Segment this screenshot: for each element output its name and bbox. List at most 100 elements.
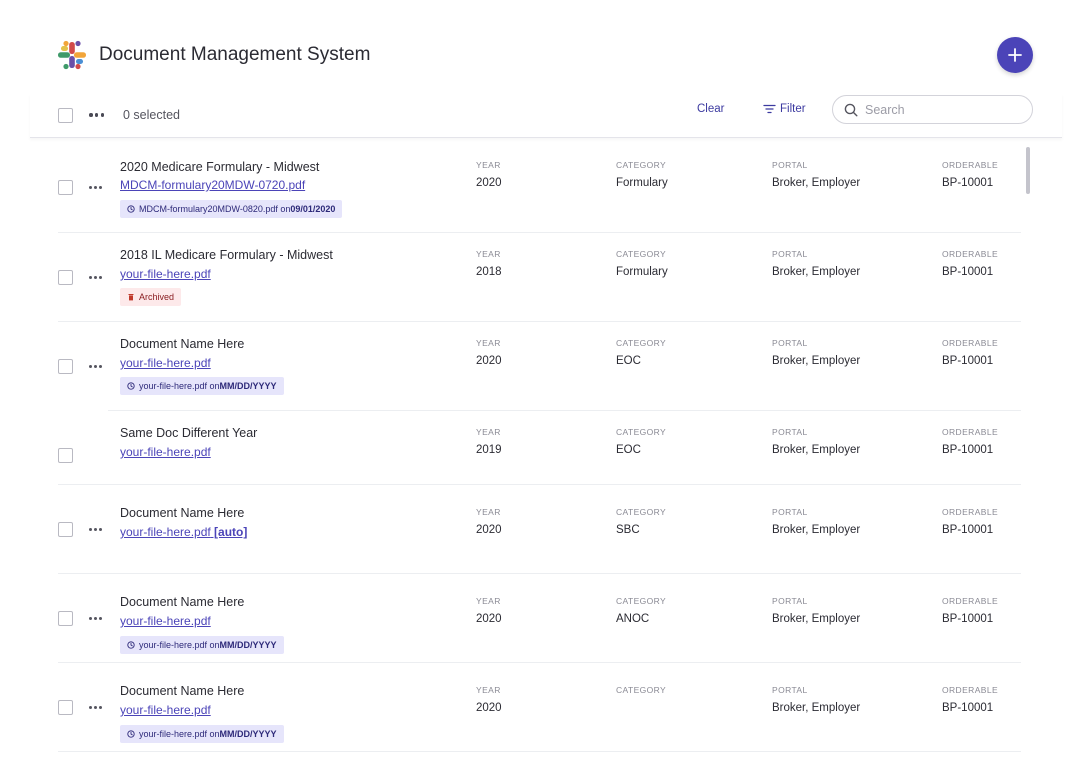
row-checkbox[interactable]: [58, 700, 73, 715]
filter-button[interactable]: Filter: [763, 103, 806, 115]
document-title: Same Doc Different Year: [120, 426, 258, 440]
cell-year: 2020: [476, 177, 502, 189]
clock-icon: [127, 730, 135, 738]
row-checkbox[interactable]: [58, 180, 73, 195]
column-label-orderable: ORDERABLE: [942, 338, 999, 348]
archived-badge: Archived: [120, 288, 182, 306]
badge-date: MM/DD/YYYY: [219, 729, 277, 739]
document-title: 2018 IL Medicare Formulary - Midwest: [120, 248, 333, 262]
list-scrollbar[interactable]: [1026, 147, 1030, 194]
column-label-year: YEAR: [476, 596, 501, 606]
selected-count: 0 selected: [123, 108, 180, 122]
cell-category: SBC: [616, 524, 640, 536]
filter-label: Filter: [780, 103, 806, 115]
column-label-portal: PORTAL: [772, 338, 808, 348]
table-row: Document Name Here your-file-here.pdf your…: [0, 322, 1092, 411]
search-icon: [844, 103, 858, 116]
row-checkbox[interactable]: [58, 522, 73, 537]
column-label-year: YEAR: [476, 160, 501, 170]
table-row: Same Doc Different Year your-file-here.pd…: [0, 411, 1092, 485]
document-file-link[interactable]: your-file-here.pdf: [120, 614, 211, 628]
cell-orderable: BP-10001: [942, 613, 994, 625]
cell-category: EOC: [616, 355, 641, 367]
select-all-checkbox[interactable]: [58, 108, 73, 123]
row-menu-icon[interactable]: [89, 702, 102, 712]
document-file-link[interactable]: your-file-here.pdf [auto]: [120, 525, 247, 539]
row-checkbox[interactable]: [58, 359, 73, 374]
table-row: 2018 IL Medicare Formulary - Midwest your…: [0, 233, 1092, 322]
row-checkbox[interactable]: [58, 448, 73, 463]
search-input[interactable]: [865, 102, 1015, 117]
row-checkbox[interactable]: [58, 270, 73, 285]
column-label-category: CATEGORY: [616, 596, 667, 606]
badge-text: your-file-here.pdf on: [139, 381, 220, 391]
version-badge: your-file-here.pdf on MM/DD/YYYY: [120, 636, 284, 654]
column-label-portal: PORTAL: [772, 507, 808, 517]
document-title: Document Name Here: [120, 684, 245, 698]
cell-orderable: BP-10001: [942, 444, 994, 456]
table-row: Document Name Here your-file-here.pdf your…: [0, 663, 1092, 752]
cell-portal: Broker, Employer: [772, 613, 861, 625]
document-title: Document Name Here: [120, 337, 245, 351]
document-file-link[interactable]: your-file-here.pdf: [120, 703, 211, 717]
row-checkbox[interactable]: [58, 611, 73, 626]
document-title: Document Name Here: [120, 506, 245, 520]
search-box[interactable]: [832, 95, 1033, 124]
column-label-portal: PORTAL: [772, 160, 808, 170]
document-list: 2020 Medicare Formulary - Midwest MDCM-fo…: [0, 139, 1092, 772]
cell-year: 2018: [476, 266, 502, 278]
document-title: 2020 Medicare Formulary - Midwest: [120, 160, 320, 174]
column-label-year: YEAR: [476, 338, 501, 348]
row-menu-icon[interactable]: [89, 182, 102, 192]
badge-text: MDCM-formulary20MDW-0820.pdf on: [139, 204, 291, 214]
cell-orderable: BP-10001: [942, 702, 994, 714]
list-toolbar: 0 selected Clear Filter: [30, 94, 1062, 138]
column-label-portal: PORTAL: [772, 427, 808, 437]
clear-button[interactable]: Clear: [697, 103, 724, 115]
clock-icon: [127, 205, 135, 213]
row-menu-icon[interactable]: [89, 272, 102, 282]
auto-tag: [auto]: [210, 525, 248, 539]
cell-category: EOC: [616, 444, 641, 456]
badge-text: Archived: [139, 292, 175, 302]
column-label-portal: PORTAL: [772, 685, 808, 695]
row-menu-icon[interactable]: [89, 524, 102, 534]
version-badge: MDCM-formulary20MDW-0820.pdf on 09/01/20…: [120, 200, 343, 218]
cell-portal: Broker, Employer: [772, 355, 861, 367]
column-label-orderable: ORDERABLE: [942, 507, 999, 517]
add-document-button[interactable]: [997, 37, 1033, 73]
column-label-orderable: ORDERABLE: [942, 249, 999, 259]
filter-icon: [763, 104, 776, 114]
document-title: Document Name Here: [120, 595, 245, 609]
cell-portal: Broker, Employer: [772, 702, 861, 714]
cell-category: ANOC: [616, 613, 650, 625]
column-label-year: YEAR: [476, 249, 501, 259]
cell-portal: Broker, Employer: [772, 177, 861, 189]
cell-orderable: BP-10001: [942, 177, 994, 189]
clock-icon: [127, 641, 135, 649]
document-file-link[interactable]: your-file-here.pdf: [120, 445, 211, 459]
document-file-link[interactable]: your-file-here.pdf: [120, 356, 211, 370]
column-label-year: YEAR: [476, 507, 501, 517]
table-row: 2020 Medicare Formulary - Midwest MDCM-fo…: [0, 139, 1092, 233]
row-menu-icon[interactable]: [89, 361, 102, 371]
cell-year: 2020: [476, 524, 502, 536]
row-menu-icon[interactable]: [89, 613, 102, 623]
document-file-link[interactable]: MDCM-formulary20MDW-0720.pdf: [120, 178, 305, 192]
cell-category: Formulary: [616, 177, 668, 189]
clock-icon: [127, 382, 135, 390]
column-label-portal: PORTAL: [772, 596, 808, 606]
version-badge: your-file-here.pdf on MM/DD/YYYY: [120, 377, 284, 395]
column-label-category: CATEGORY: [616, 338, 667, 348]
cell-orderable: BP-10001: [942, 355, 994, 367]
column-label-category: CATEGORY: [616, 685, 667, 695]
table-row: Document Name Here your-file-here.pdf your…: [0, 574, 1092, 663]
column-label-orderable: ORDERABLE: [942, 160, 999, 170]
table-row: Document Name Here your-file-here.pdf [au…: [0, 485, 1092, 574]
cell-orderable: BP-10001: [942, 266, 994, 278]
row-divider: [58, 751, 1021, 752]
bulk-actions-menu-icon[interactable]: [89, 110, 104, 120]
document-file-link[interactable]: your-file-here.pdf: [120, 267, 211, 281]
version-badge: your-file-here.pdf on MM/DD/YYYY: [120, 725, 284, 743]
page-title: Document Management System: [99, 44, 371, 65]
